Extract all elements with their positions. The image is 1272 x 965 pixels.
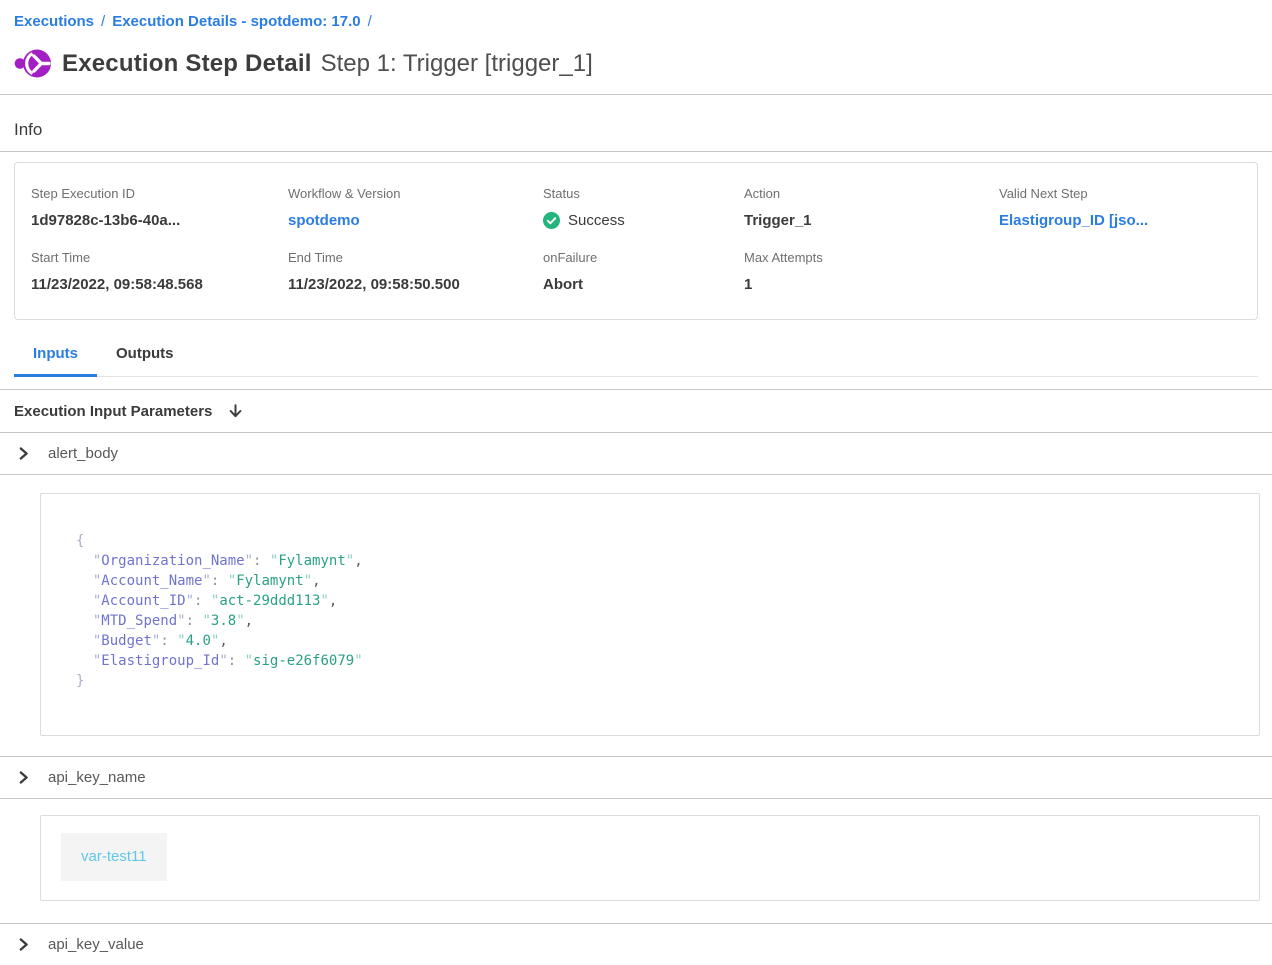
section-label: api_key_value [48, 936, 144, 953]
api-key-name-value: var-test11 [61, 833, 167, 881]
info-field-label: Status [543, 186, 744, 201]
info-field-onfailure: onFailure Abort [543, 250, 744, 293]
info-field-workflow-version: Workflow & Version spotdemo [288, 186, 543, 229]
info-field-value: 11/23/2022, 09:58:50.500 [288, 276, 543, 293]
tab-inputs[interactable]: Inputs [14, 343, 97, 377]
execution-input-parameters-header[interactable]: Execution Input Parameters [0, 390, 1272, 432]
info-field-start-time: Start Time 11/23/2022, 09:58:48.568 [31, 250, 288, 293]
breadcrumb-executions-link[interactable]: Executions [14, 13, 94, 30]
valid-next-step-link[interactable]: Elastigroup_ID [jso... [999, 212, 1241, 229]
breadcrumb-separator: / [368, 13, 372, 30]
info-field-label: Max Attempts [744, 250, 999, 265]
section-alert-body[interactable]: alert_body [0, 433, 1272, 474]
section-api-key-name[interactable]: api_key_name [0, 757, 1272, 798]
info-field-end-time: End Time 11/23/2022, 09:58:50.500 [288, 250, 543, 293]
divider [0, 151, 1272, 152]
breadcrumb-execution-details-link[interactable]: Execution Details - spotdemo: 17.0 [112, 13, 360, 30]
info-field-value: 11/23/2022, 09:58:48.568 [31, 276, 288, 293]
info-field-label: Workflow & Version [288, 186, 543, 201]
page-title: Execution Step Detail [62, 50, 312, 78]
info-field-status: Status Success [543, 186, 744, 229]
divider [0, 94, 1272, 95]
info-field-label: Action [744, 186, 999, 201]
success-check-icon [543, 212, 560, 229]
info-field-valid-next-step: Valid Next Step Elastigroup_ID [jso... [999, 186, 1241, 229]
arrow-down-icon[interactable] [227, 403, 244, 420]
tab-bar: Inputs Outputs [14, 343, 1258, 377]
info-field-value: 1 [744, 276, 999, 293]
info-field-label: End Time [288, 250, 543, 265]
info-field-label: Start Time [31, 250, 288, 265]
divider [0, 798, 1272, 799]
breadcrumb: Executions / Execution Details - spotdem… [14, 13, 1272, 30]
tab-outputs-label: Outputs [116, 345, 174, 362]
tab-outputs[interactable]: Outputs [97, 343, 193, 377]
info-field-label: onFailure [543, 250, 744, 265]
chevron-right-icon [16, 937, 31, 952]
info-field-value: Trigger_1 [744, 212, 999, 229]
workflow-link[interactable]: spotdemo [288, 212, 543, 229]
divider [0, 474, 1272, 475]
info-heading: Info [14, 120, 1272, 140]
alert-body-content-box: { "Organization_Name": "Fylamynt", "Acco… [40, 493, 1260, 736]
chevron-right-icon [16, 446, 31, 461]
section-api-key-value[interactable]: api_key_value [0, 924, 1272, 965]
info-field-value: Abort [543, 276, 744, 293]
info-field-max-attempts: Max Attempts 1 [744, 250, 999, 293]
json-code: { "Organization_Name": "Fylamynt", "Acco… [76, 531, 1239, 691]
info-field-action: Action Trigger_1 [744, 186, 999, 229]
section-label: api_key_name [48, 769, 146, 786]
info-field-value: 1d97828c-13b6-40a... [31, 212, 288, 229]
breadcrumb-separator: / [101, 13, 105, 30]
info-field-label: Valid Next Step [999, 186, 1241, 201]
tab-inputs-label: Inputs [33, 345, 78, 362]
section-label: alert_body [48, 445, 118, 462]
execution-step-detail-page: Executions / Execution Details - spotdem… [0, 13, 1272, 965]
page-header: Execution Step Detail Step 1: Trigger [t… [14, 47, 1272, 80]
info-field-label: Step Execution ID [31, 186, 288, 201]
info-field-step-execution-id: Step Execution ID 1d97828c-13b6-40a... [31, 186, 288, 229]
status-badge: Success [568, 212, 625, 229]
api-key-name-content-box: var-test11 [40, 815, 1260, 901]
chevron-right-icon [16, 770, 31, 785]
fylamynt-logo-icon [14, 47, 52, 80]
info-card: Step Execution ID 1d97828c-13b6-40a... W… [14, 162, 1258, 320]
execution-input-parameters-label: Execution Input Parameters [14, 403, 212, 420]
page-subtitle: Step 1: Trigger [trigger_1] [321, 50, 593, 78]
